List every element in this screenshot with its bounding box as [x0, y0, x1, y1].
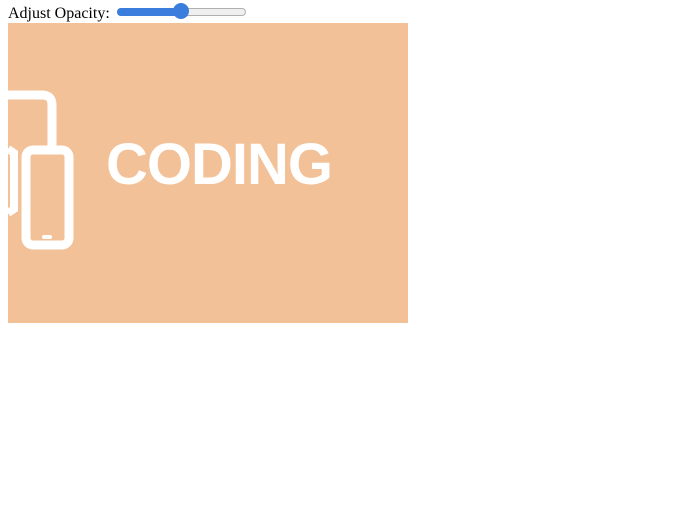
- slider-thumb[interactable]: [173, 3, 190, 19]
- opacity-control: Adjust Opacity:: [8, 0, 408, 23]
- opacity-label: Adjust Opacity:: [8, 5, 110, 22]
- coding-text: CODING: [106, 132, 333, 197]
- page-content: Adjust Opacity: CODING: [8, 0, 408, 323]
- slider-fill: [116, 8, 182, 16]
- opacity-slider[interactable]: [116, 3, 246, 19]
- coding-image: CODING: [8, 23, 408, 323]
- mobile-devices-icon: [8, 90, 74, 250]
